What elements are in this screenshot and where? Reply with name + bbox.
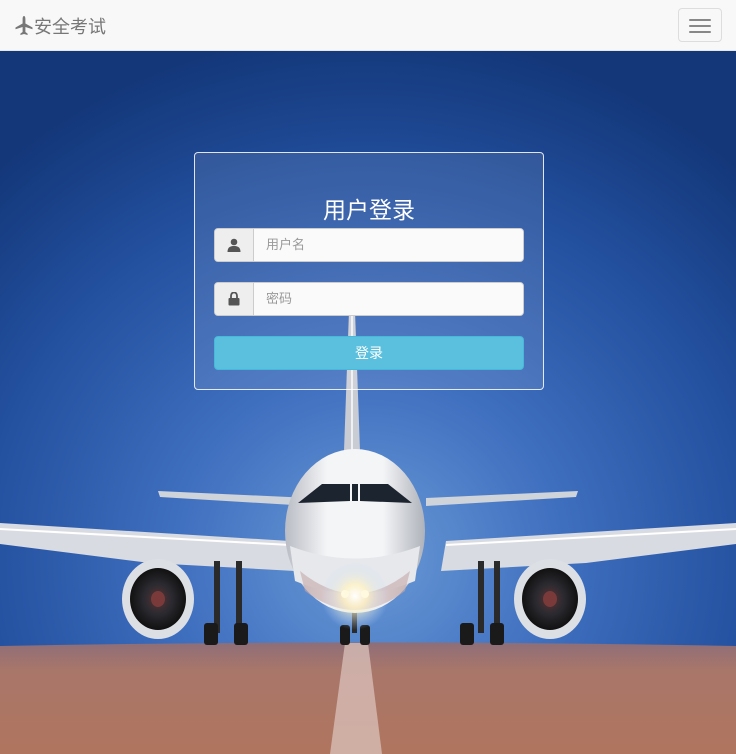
username-addon <box>215 229 254 261</box>
brand-title: 安全考试 <box>34 17 106 38</box>
username-input-group <box>214 228 524 262</box>
login-page: 安全考试 用户登录 用户名 登录 <box>0 0 736 754</box>
airplane-icon <box>15 16 33 35</box>
lock-icon <box>228 292 240 306</box>
password-addon <box>215 283 254 315</box>
password-input-group <box>214 282 524 316</box>
password-input[interactable] <box>254 283 523 315</box>
login-button[interactable]: 登录 <box>214 336 524 370</box>
navbar-toggle-button[interactable] <box>678 8 722 42</box>
brand-link[interactable]: 安全考试 <box>15 13 106 39</box>
username-input[interactable] <box>254 229 523 261</box>
login-panel: 用户登录 登录 <box>194 152 544 390</box>
user-icon <box>227 238 241 252</box>
top-navbar: 安全考试 <box>0 0 736 51</box>
login-title: 用户登录 <box>323 198 415 224</box>
